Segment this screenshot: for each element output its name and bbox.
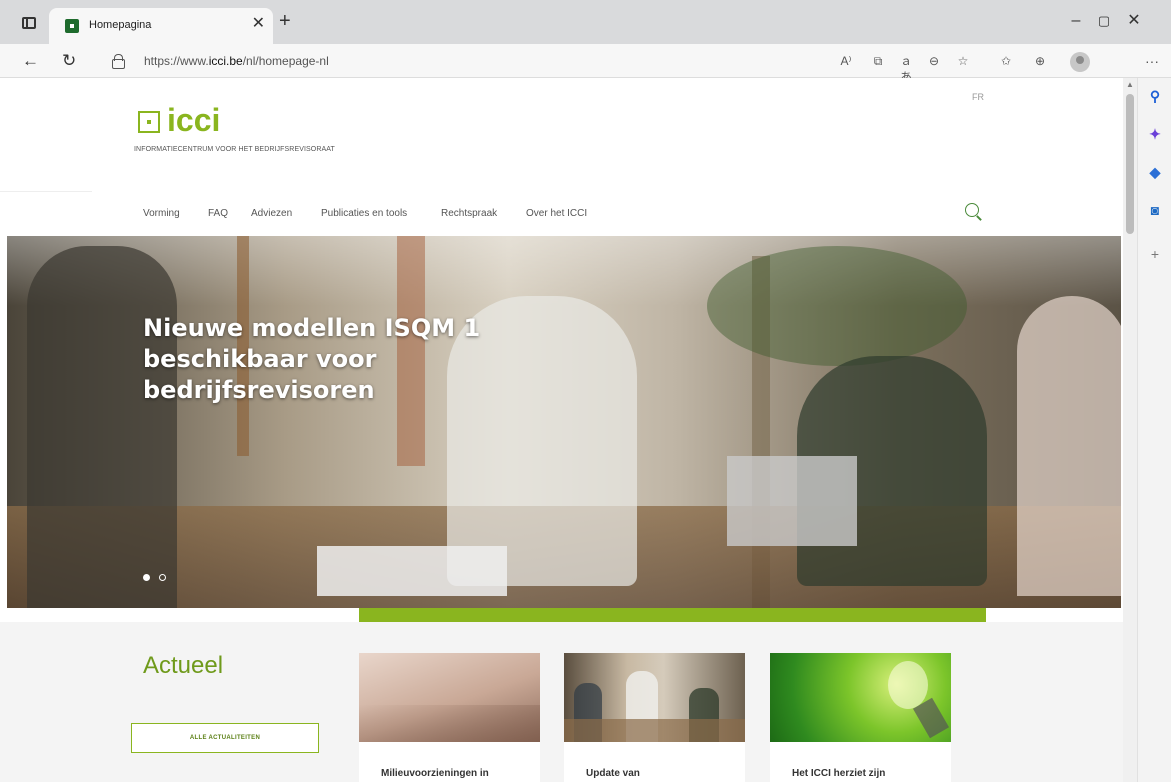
collections-icon[interactable]: ⊕ xyxy=(1030,53,1050,69)
nav-item-over-icci[interactable]: Over het ICCI xyxy=(526,208,587,219)
nav-item-rechtspraak[interactable]: Rechtspraak xyxy=(441,208,497,219)
copilot-icon[interactable]: ✦ xyxy=(1147,126,1163,142)
header-divider xyxy=(0,191,92,192)
maximize-icon[interactable]: ▢ xyxy=(1092,11,1116,31)
nav-item-vorming[interactable]: Vorming xyxy=(143,208,180,219)
news-card-image xyxy=(770,653,951,742)
minimize-icon[interactable]: – xyxy=(1064,11,1088,31)
favorite-icon[interactable]: ☆ xyxy=(953,53,973,69)
news-section xyxy=(0,622,1123,782)
shopping-icon[interactable]: ◆ xyxy=(1147,164,1163,180)
search-sidebar-icon[interactable]: ⚲ xyxy=(1147,88,1163,104)
news-card-image xyxy=(564,653,745,742)
hero-accent-bar xyxy=(359,608,986,622)
news-card-title: Update van xyxy=(586,768,640,779)
search-icon[interactable] xyxy=(965,203,983,223)
logo-mark-icon xyxy=(138,111,160,133)
all-news-button[interactable]: ALLE ACTUALITEITEN xyxy=(131,723,319,753)
url-field[interactable]: https://www.icci.be/nl/homepage-nl xyxy=(100,48,830,74)
url-text[interactable]: https://www.icci.be/nl/homepage-nl xyxy=(144,54,329,68)
tab-strip: Homepagina ✕ + – ▢ ✕ xyxy=(0,0,1171,44)
news-card[interactable]: Het ICCI herziet zijn xyxy=(770,653,951,782)
new-tab-icon[interactable]: + xyxy=(279,11,291,31)
tab-title: Homepagina xyxy=(89,19,152,31)
slider-dot-1[interactable] xyxy=(143,574,150,581)
news-card[interactable]: Milieuvoorzieningen in xyxy=(359,653,540,782)
refresh-icon[interactable]: ↻ xyxy=(62,51,76,71)
tab-actions-icon[interactable] xyxy=(22,17,36,29)
edge-sidebar: ⚲ ✦ ◆ ◙ + xyxy=(1137,78,1171,782)
profile-avatar[interactable] xyxy=(1070,52,1090,72)
news-card-title: Milieuvoorzieningen in xyxy=(381,768,489,779)
zoom-icon[interactable]: ⊖ xyxy=(924,53,944,69)
immersive-reader-icon[interactable]: ⧉ xyxy=(868,53,888,69)
web-page: FR icci INFORMATIECENTRUM VOOR HET BEDRI… xyxy=(0,78,1123,782)
outlook-icon[interactable]: ◙ xyxy=(1147,202,1163,218)
page-scrollbar[interactable]: ▲ xyxy=(1123,78,1137,782)
news-heading: Actueel xyxy=(143,652,224,679)
site-tagline: INFORMATIECENTRUM VOOR HET BEDRIJFSREVIS… xyxy=(134,146,335,153)
nav-item-publicaties[interactable]: Publicaties en tools xyxy=(321,208,407,219)
read-aloud-icon[interactable]: A⁾ xyxy=(836,53,856,69)
nav-item-faq[interactable]: FAQ xyxy=(208,208,228,219)
scroll-thumb[interactable] xyxy=(1126,94,1134,234)
browser-tab[interactable]: Homepagina ✕ xyxy=(49,8,273,44)
hero-headline[interactable]: Nieuwe modellen ISQM 1 beschikbaar voor … xyxy=(143,313,503,406)
add-sidebar-app-icon[interactable]: + xyxy=(1147,246,1163,262)
nav-item-adviezen[interactable]: Adviezen xyxy=(251,208,292,219)
news-card-image xyxy=(359,653,540,742)
scroll-up-icon[interactable]: ▲ xyxy=(1126,80,1134,89)
lock-icon[interactable] xyxy=(112,54,125,69)
address-bar: ← ↻ https://www.icci.be/nl/homepage-nl A… xyxy=(0,44,1171,84)
logo-text: icci xyxy=(167,102,221,138)
hero-image[interactable] xyxy=(7,236,1121,608)
favorites-list-icon[interactable]: ✩ xyxy=(996,53,1016,69)
news-card-title: Het ICCI herziet zijn xyxy=(792,768,886,779)
close-tab-icon[interactable]: ✕ xyxy=(252,15,265,33)
back-icon[interactable]: ← xyxy=(22,51,39,71)
more-menu-icon[interactable]: ··· xyxy=(1142,53,1162,69)
site-favicon-icon xyxy=(65,19,79,33)
slider-dot-2[interactable] xyxy=(159,574,166,581)
close-window-icon[interactable]: ✕ xyxy=(1122,11,1146,31)
language-switch-fr[interactable]: FR xyxy=(972,92,984,102)
news-card[interactable]: Update van xyxy=(564,653,745,782)
